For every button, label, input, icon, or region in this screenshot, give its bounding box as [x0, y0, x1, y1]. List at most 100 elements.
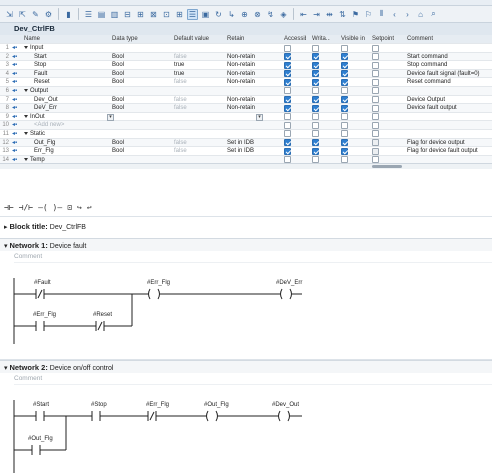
param-comment[interactable]: Device Output [407, 96, 492, 105]
setpoint-checkbox[interactable] [372, 113, 379, 121]
accessible-checkbox[interactable] [284, 139, 291, 147]
coil-icon[interactable]: –( )– [38, 203, 62, 212]
param-type[interactable]: Bool [112, 139, 172, 148]
writable-checkbox[interactable] [312, 44, 319, 52]
visible-checkbox[interactable] [341, 53, 348, 61]
col-default-value[interactable]: Default value [174, 35, 226, 44]
table-row[interactable]: 10 ◂▪ <Add new> [0, 121, 492, 130]
writable-checkbox[interactable] [312, 61, 319, 69]
param-default[interactable]: false [174, 53, 226, 62]
param-comment[interactable]: Stop command [407, 61, 492, 70]
setpoint-checkbox[interactable] [372, 44, 379, 52]
param-name[interactable]: Out_Flg [24, 139, 110, 148]
section-row[interactable]: 11 ◂▪ Static [0, 130, 492, 139]
tag-err-flg-coil[interactable]: #Err_Flg [147, 280, 170, 286]
accessible-checkbox[interactable] [284, 44, 291, 52]
columns-icon[interactable]: ⫴ [376, 9, 387, 20]
setpoint-checkbox[interactable] [372, 70, 379, 78]
align-icon[interactable]: ⇹ [324, 9, 335, 20]
section-name[interactable]: Input [24, 44, 110, 53]
tag-out-flg-coil[interactable]: #Out_Flg [204, 402, 229, 408]
col-data-type[interactable]: Data type [112, 35, 172, 44]
param-retain[interactable]: Non-retain [227, 104, 283, 113]
network-1-comment[interactable]: Comment [14, 251, 492, 263]
bookmark-icon[interactable]: ⚑ [350, 9, 361, 20]
tag-out-flg-contact[interactable]: #Out_Flg [28, 436, 53, 442]
writable-checkbox[interactable] [312, 87, 319, 95]
param-type[interactable]: Bool [112, 53, 172, 62]
indent-icon[interactable]: ⇤ [298, 9, 309, 20]
param-name[interactable]: Fault [24, 70, 110, 79]
param-name[interactable]: DeV_Err [24, 104, 110, 113]
expand-triangle-icon[interactable] [24, 114, 28, 118]
expand-triangle-icon[interactable] [24, 131, 28, 135]
absolute-view-icon[interactable]: ▣ [200, 9, 211, 20]
param-retain[interactable]: Non-retain [227, 78, 283, 87]
visible-checkbox[interactable] [341, 96, 348, 104]
expand-triangle-icon[interactable] [24, 45, 28, 49]
param-retain[interactable]: Non-retain [227, 70, 283, 79]
add-new-row[interactable]: <Add new> [24, 121, 110, 130]
contact-no-icon[interactable]: ⊣⊢ [4, 203, 14, 212]
writable-checkbox[interactable] [312, 139, 319, 147]
param-type[interactable]: Bool [112, 104, 172, 113]
diamond-icon[interactable]: ◈ [278, 9, 289, 20]
setpoint-checkbox[interactable] [372, 139, 379, 147]
table-row[interactable]: 5 ◂▪ Reset Bool false Non-retain Reset command [0, 78, 492, 87]
param-name[interactable]: Dev_Out [24, 96, 110, 105]
tag-reset[interactable]: #Reset [93, 312, 112, 318]
table-row[interactable]: 8 ◂▪ DeV_Err Bool false Non-retain Device faul… [0, 104, 492, 113]
visible-checkbox[interactable] [341, 113, 348, 121]
goto-icon[interactable]: ↳ [226, 9, 237, 20]
bookmark2-icon[interactable]: ⚐ [363, 9, 374, 20]
visible-checkbox[interactable] [341, 147, 348, 155]
param-retain[interactable]: Set in IDB [227, 139, 283, 148]
chevron2-icon[interactable]: › [402, 9, 413, 20]
setpoint-checkbox[interactable] [372, 147, 379, 155]
setpoint-checkbox[interactable] [372, 53, 379, 61]
table-row[interactable]: 13 ◂▪ Err_Flg Bool false Set in IDB Flag for d… [0, 147, 492, 156]
visible-checkbox[interactable] [341, 121, 348, 129]
accessible-checkbox[interactable] [284, 87, 291, 95]
param-type[interactable]: Bool [112, 70, 172, 79]
type-dropdown-icon[interactable]: ▾ [107, 113, 114, 121]
param-comment[interactable]: Device fault signal (fault=0) [407, 70, 492, 79]
param-retain[interactable]: Set in IDB [227, 147, 283, 156]
compare-icon[interactable]: ⊟ [122, 9, 133, 20]
visible-checkbox[interactable] [341, 78, 348, 86]
section-row[interactable]: 6 ◂▪ Output [0, 86, 492, 96]
tag-err-flg[interactable]: #Err_Flg [146, 402, 169, 408]
section-name[interactable]: Static [24, 130, 110, 139]
retain-dropdown-icon[interactable]: ▾ [256, 113, 263, 121]
table-row[interactable]: 12 ◂▪ Out_Flg Bool false Set in IDB Flag for d… [0, 138, 492, 148]
accessible-checkbox[interactable] [284, 130, 291, 138]
col-comment[interactable]: Comment [407, 35, 492, 44]
table-row[interactable]: 2 ◂▪ Start Bool false Non-retain Start command [0, 52, 492, 62]
param-comment[interactable]: Flag for device fault output [407, 147, 492, 156]
writable-checkbox[interactable] [312, 70, 319, 78]
network-remove-icon[interactable]: ⊠ [148, 9, 159, 20]
contact-nc-icon[interactable]: ⊣/⊢ [19, 203, 33, 212]
writable-checkbox[interactable] [312, 96, 319, 104]
writable-checkbox[interactable] [312, 113, 319, 121]
writable-checkbox[interactable] [312, 78, 319, 86]
expand-icon[interactable]: ⊡ [161, 9, 172, 20]
expand-triangle-icon[interactable] [24, 157, 28, 161]
monitor-icon[interactable]: ⚙ [43, 9, 54, 20]
tag-dev-out[interactable]: #Dev_Out [272, 402, 299, 408]
param-name[interactable]: Start [24, 53, 110, 62]
scrollbar-thumb[interactable] [372, 165, 402, 168]
network-add-icon[interactable]: ⊞ [135, 9, 146, 20]
tag-fault[interactable]: #Fault [34, 280, 51, 286]
accessible-checkbox[interactable] [284, 96, 291, 104]
setpoint-checkbox[interactable] [372, 130, 379, 138]
zoom-icon[interactable]: ⌕ [428, 9, 439, 20]
param-retain[interactable]: Non-retain [227, 53, 283, 62]
visible-checkbox[interactable] [341, 70, 348, 78]
expand-triangle-icon[interactable] [24, 88, 28, 92]
box-icon[interactable]: ⊡ [67, 203, 72, 212]
jump-icon[interactable]: ↻ [213, 9, 224, 20]
section-row[interactable]: 9 ◂▪ InOut ▾ ▾ [0, 113, 492, 122]
writable-checkbox[interactable] [312, 147, 319, 155]
col-retain[interactable]: Retain [227, 35, 283, 44]
